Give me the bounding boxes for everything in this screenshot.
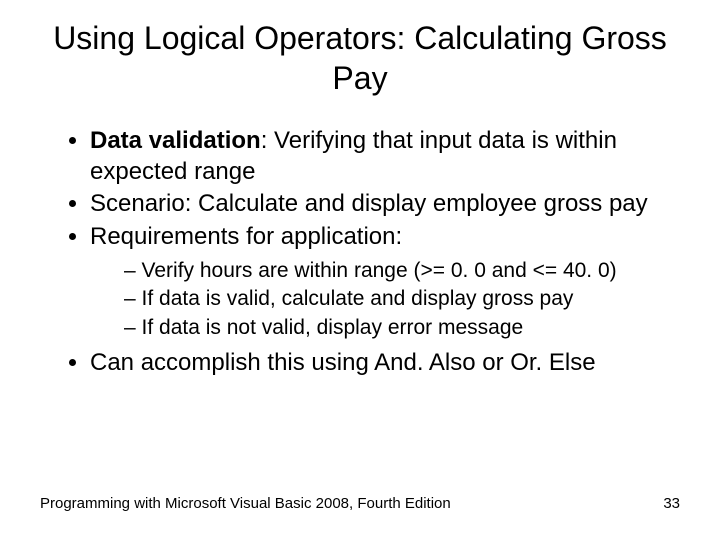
sub-bullet-item: Verify hours are within range (>= 0. 0 a… <box>124 257 680 285</box>
page-number: 33 <box>663 495 680 512</box>
bullet-item: Requirements for application: Verify hou… <box>90 222 680 342</box>
slide: Using Logical Operators: Calculating Gro… <box>0 0 720 540</box>
term-bold: Data validation <box>90 127 261 154</box>
sub-bullet-text: Verify hours are within range (>= 0. 0 a… <box>142 259 617 282</box>
bullet-text: Can accomplish this using And. Also or O… <box>90 349 596 376</box>
bullet-list: Data validation: Verifying that input da… <box>40 126 680 379</box>
footer-left: Programming with Microsoft Visual Basic … <box>40 495 451 512</box>
sub-bullet-text: If data is not valid, display error mess… <box>142 316 524 339</box>
slide-title: Using Logical Operators: Calculating Gro… <box>40 18 680 98</box>
bullet-text: Scenario: Calculate and display employee… <box>90 190 648 217</box>
sub-bullet-item: If data is valid, calculate and display … <box>124 285 680 313</box>
bullet-text: Requirements for application: <box>90 223 402 250</box>
sub-bullet-list: Verify hours are within range (>= 0. 0 a… <box>90 257 680 342</box>
bullet-item: Scenario: Calculate and display employee… <box>90 189 680 220</box>
bullet-item: Can accomplish this using And. Also or O… <box>90 348 680 379</box>
footer: Programming with Microsoft Visual Basic … <box>40 495 680 512</box>
sub-bullet-item: If data is not valid, display error mess… <box>124 314 680 342</box>
sub-bullet-text: If data is valid, calculate and display … <box>142 287 574 310</box>
bullet-item: Data validation: Verifying that input da… <box>90 126 680 187</box>
